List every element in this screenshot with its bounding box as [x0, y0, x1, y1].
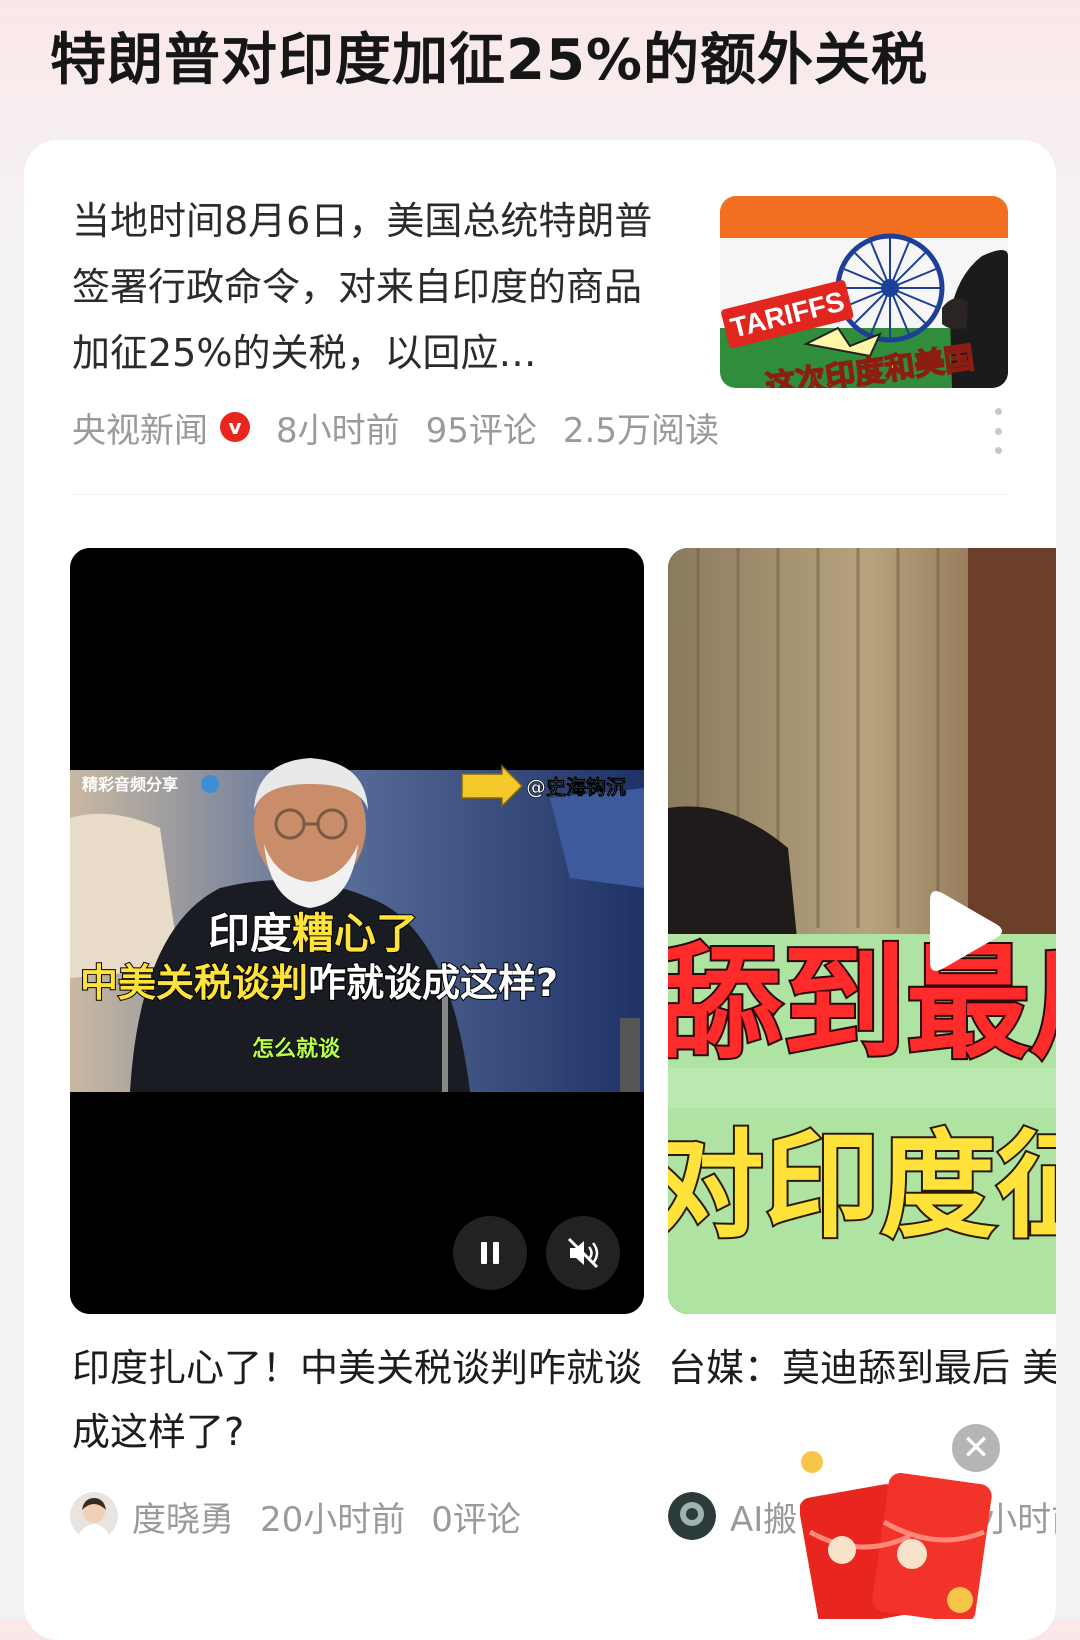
- close-icon[interactable]: ✕: [952, 1424, 1000, 1472]
- author-avatar[interactable]: [70, 1492, 118, 1540]
- pause-icon: [481, 1242, 499, 1264]
- news-thumbnail[interactable]: TARIFFS 这次印度和美国: [720, 196, 1008, 388]
- video-player[interactable]: 精彩音频分享 @史海钩沉 印度糟心了 中美关税谈判咋就谈成这样? 怎么就谈: [70, 548, 644, 1314]
- mute-icon: [567, 1237, 599, 1269]
- news-source[interactable]: 央视新闻: [72, 403, 208, 452]
- video-caption[interactable]: 台媒：莫迪舔到最后 美国将对印度征500: [668, 1336, 1056, 1400]
- video-card[interactable]: 舔到最后 对印度征 台媒：莫迪舔到最后 美国将对印度征500 AI搬 小时前: [668, 548, 1056, 1548]
- divider: [72, 494, 1008, 495]
- news-summary[interactable]: 当地时间8月6日，美国总统特朗普签署行政命令，对来自印度的商品加征25%的关税，…: [72, 188, 662, 386]
- overlay-line2: 对印度征: [668, 1119, 1056, 1254]
- video-author[interactable]: AI搬: [730, 1492, 797, 1541]
- video-comments: 0评论: [431, 1499, 521, 1540]
- news-reads: 2.5万阅读: [562, 410, 719, 451]
- video-frame-image: 精彩音频分享 @史海钩沉 印度糟心了 中美关税谈判咋就谈成这样? 怎么就谈: [70, 548, 644, 1314]
- video-watermark-left: 精彩音频分享: [82, 775, 178, 794]
- news-meta: 央视新闻 v 8小时前 95评论 2.5万阅读: [72, 402, 745, 452]
- overlay-line1-b: 糟心了: [292, 909, 418, 958]
- news-comments: 95评论: [425, 410, 537, 451]
- overlay-line2-b: 咋就谈成这样?: [308, 961, 558, 1005]
- video-caption[interactable]: 印度扎心了！中美关税谈判咋就谈成这样了?: [72, 1336, 644, 1464]
- video-player[interactable]: 舔到最后 对印度征: [668, 548, 1056, 1314]
- overlay-line2-a: 中美关税谈判: [80, 961, 308, 1005]
- video-watermark-right: @史海钩沉: [526, 775, 626, 799]
- video-card[interactable]: 精彩音频分享 @史海钩沉 印度糟心了 中美关税谈判咋就谈成这样? 怎么就谈 印度…: [70, 548, 644, 1548]
- topic-card: 当地时间8月6日，美国总统特朗普签署行政命令，对来自印度的商品加征25%的关税，…: [24, 140, 1056, 1640]
- pause-button[interactable]: [453, 1216, 527, 1290]
- video-time: 20小时前: [260, 1499, 406, 1540]
- verified-icon: v: [220, 412, 250, 442]
- overlay-subtitle: 怎么就谈: [252, 1036, 341, 1062]
- topic-title: 特朗普对印度加征25%的额外关税: [50, 28, 929, 93]
- svg-text:印度糟心了: 印度糟心了: [208, 909, 418, 958]
- news-item[interactable]: 当地时间8月6日，美国总统特朗普签署行政命令，对来自印度的商品加征25%的关税，…: [24, 140, 1056, 520]
- news-thumbnail-image: TARIFFS 这次印度和美国: [720, 196, 1008, 388]
- video-author[interactable]: 度晓勇: [132, 1492, 234, 1541]
- svg-text:中美关税谈判咋就谈成这样?: 中美关税谈判咋就谈成这样?: [80, 961, 558, 1005]
- video-meta: 度晓勇 20小时前 0评论: [70, 1488, 547, 1544]
- more-options-icon[interactable]: [990, 408, 1006, 454]
- overlay-line1-a: 印度: [208, 909, 292, 958]
- video-frame-image: 舔到最后 对印度征: [668, 548, 1056, 1314]
- mute-button[interactable]: [546, 1216, 620, 1290]
- author-avatar[interactable]: [668, 1492, 716, 1540]
- news-time: 8小时前: [276, 410, 400, 451]
- overlay-line1: 舔到最后: [668, 932, 1056, 1076]
